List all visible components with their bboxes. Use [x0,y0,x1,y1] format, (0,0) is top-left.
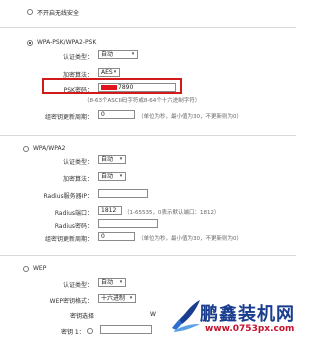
radius-port-value: 1812 [101,207,117,214]
chevron-down-icon: ▾ [113,69,117,75]
radius-ip-input[interactable] [98,189,148,198]
wep-key1-input[interactable] [100,325,152,334]
wpa-period-value: 0 [101,233,105,240]
wep-fmt-label: WEP密钥格式： [49,298,93,305]
wep-key-column-header: W [150,311,156,318]
radius-password-input[interactable] [98,219,158,228]
wpa-psk-period-value: 0 [101,111,105,118]
wpa-radius-pwd-label: Radius密码： [54,223,93,230]
chevron-down-icon: ▾ [129,295,133,301]
wpa-psk-psk-hint: （8-63个ASCII码字符或8-64个十六进制字符） [84,98,201,104]
wep-key-format-select[interactable]: 十六进制 ▾ [98,294,136,303]
wpa-auth-select[interactable]: 自动 ▾ [98,155,126,164]
wpa-period-label: 组密钥更新周期： [44,236,93,243]
wpa-psk-title: WPA-PSK/WPA2-PSK [37,39,97,46]
wpa-period-input[interactable]: 0 [98,232,135,241]
wep-key1-label: 密钥 1： [61,329,85,336]
wpa-auth-value: 自动 [101,156,114,163]
wpa-title: WPA/WPA2 [33,145,66,152]
brand-logo-text: 鹏鑫装机网 [200,304,295,325]
chevron-down-icon: ▾ [119,173,123,179]
wpa-psk-period-label: 组密钥更新周期： [44,114,93,121]
wpa-psk-auth-select[interactable]: 自动 ▾ [98,50,138,59]
wpa-auth-label: 认证类型： [62,159,93,166]
wpa-radio[interactable] [23,146,29,152]
divider [0,27,296,28]
no-security-label: 不开启无线安全 [37,10,80,17]
radius-port-input[interactable]: 1812 [98,206,122,215]
divider [0,255,296,256]
psk-highlight-box [42,78,182,94]
wep-auth-value: 自动 [101,279,114,286]
wpa-psk-enc-value: AES [101,69,113,76]
brand-url: www.0753px.com [205,324,295,334]
wep-key-format-value: 十六进制 [101,295,126,302]
chevron-down-icon: ▾ [119,279,123,285]
wpa-psk-auth-value: 自动 [101,51,114,58]
wep-title: WEP [33,265,47,272]
wpa-psk-period-hint: （单位为秒，最小值为30，不更新则为0） [138,114,242,120]
wep-auth-select[interactable]: 自动 ▾ [98,278,126,287]
wpa-psk-auth-label: 认证类型： [62,54,93,61]
wpa-enc-label: 加密算法： [62,176,93,183]
wpa-period-hint: （单位为秒，最小值为30，不更新则为0） [138,236,242,242]
chevron-down-icon: ▾ [119,156,123,162]
wpa-enc-value: 自动 [101,173,114,180]
divider [0,135,296,136]
wpa-radius-port-hint: （1-65535，0表示默认端口：1812） [124,210,220,216]
wep-radio[interactable] [23,266,29,272]
wep-key-select-header: 密钥选择 [70,313,95,320]
wpa-psk-period-input[interactable]: 0 [98,110,135,119]
wep-auth-label: 认证类型： [62,282,93,289]
chevron-down-icon: ▾ [131,51,135,57]
no-security-radio[interactable] [27,9,33,15]
wep-key1-radio[interactable] [87,328,93,334]
wpa-radius-ip-label: Radius服务器IP： [43,193,93,200]
wpa-enc-select[interactable]: 自动 ▾ [98,172,126,181]
wpa-psk-radio[interactable] [27,40,33,46]
bird-logo-icon [172,300,200,332]
wpa-psk-enc-select[interactable]: AES ▾ [98,68,120,77]
wpa-radius-port-label: Radius端口： [54,210,93,217]
